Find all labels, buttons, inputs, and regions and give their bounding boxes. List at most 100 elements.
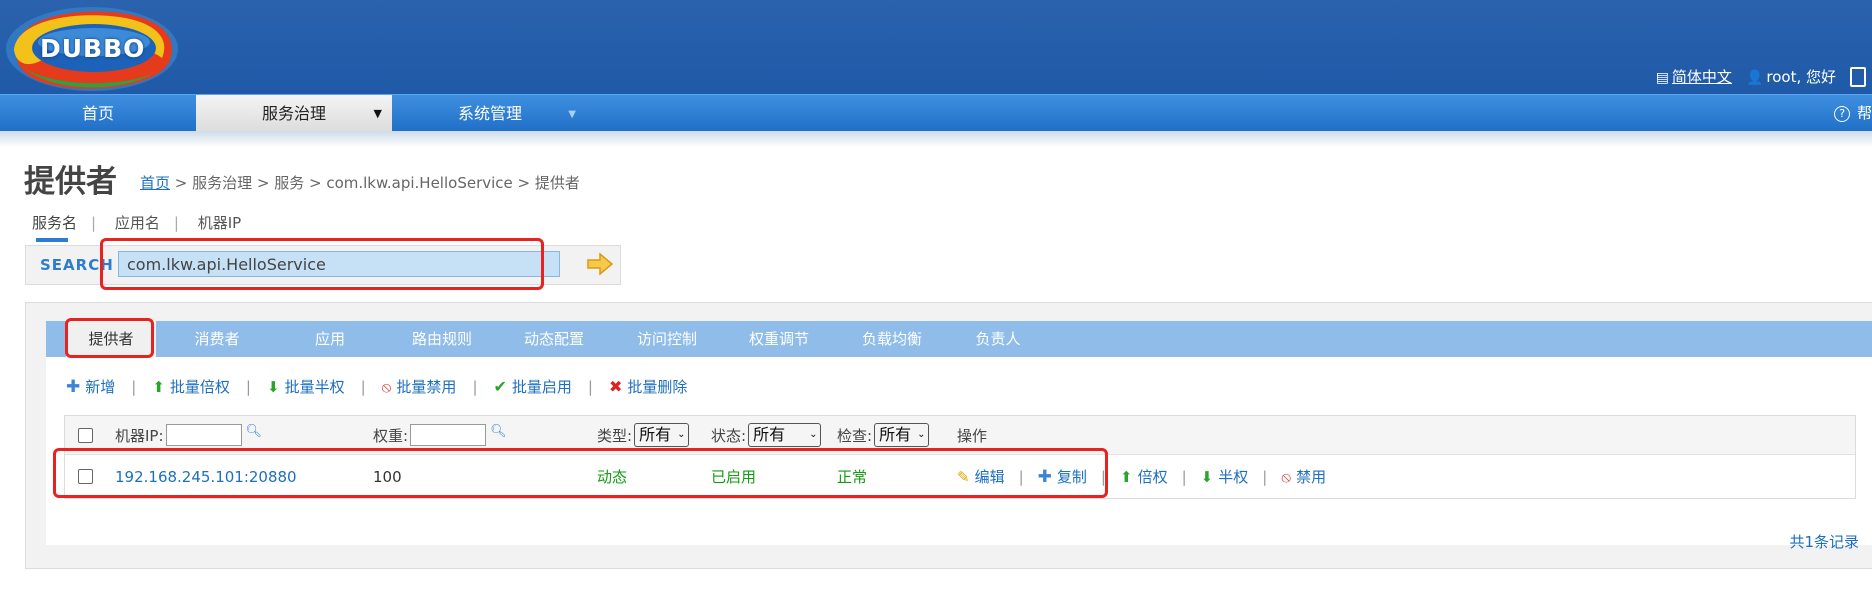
search-go-arrow-icon[interactable] (586, 252, 614, 276)
ip-header-label: 机器IP: (115, 426, 164, 445)
row-actions: ✎ 编辑 | ✚ 复制 | ⬆ 倍权 | ⬇ 半权 | ⦸ 禁用 (957, 455, 1326, 498)
record-count: 共1条记录 (1789, 533, 1859, 551)
ip-filter-input[interactable] (165, 424, 242, 446)
provider-weight: 100 (373, 467, 402, 486)
content-inner: 提供者 消费者 应用 路由规则 动态配置 访问控制 权重调节 负载均衡 负责人 … (46, 321, 1872, 551)
search-tab-ip[interactable]: 机器IP (198, 214, 241, 232)
provider-type: 动态 (597, 468, 628, 486)
tab-providers[interactable]: 提供者 (66, 321, 156, 357)
divider: | (1181, 467, 1187, 486)
dubbo-logo[interactable]: DUBBO (2, 2, 182, 92)
page-title: 提供者 (24, 164, 117, 199)
search-icon[interactable]: 🔍︎ (246, 424, 263, 439)
status-filter-select[interactable]: 所有 ⌄ (748, 423, 822, 447)
disable-button[interactable]: ⦸ 禁用 (1281, 466, 1326, 487)
providers-table: 机器IP: 🔍︎ 权重: 🔍︎ 类型: 所有 ⌄ 状态: 所有 ⌄ 检查: 所有… (64, 415, 1856, 499)
nav-shadow-band (0, 131, 1872, 147)
provider-status: 已启用 (711, 468, 757, 486)
help-label-fragment: 帮 (1856, 104, 1872, 122)
edit-label: 编辑 (974, 468, 1005, 486)
add-label: 新增 (85, 378, 116, 396)
select-all-checkbox[interactable] (78, 427, 93, 443)
search-icon[interactable]: 🔍︎ (490, 424, 507, 439)
copy-button[interactable]: ✚ 复制 (1038, 466, 1087, 487)
search-bar: SEARCH (25, 245, 621, 285)
type-header-label: 类型: (597, 426, 633, 445)
divider: | (472, 377, 478, 396)
double-weight-button[interactable]: ⬆ 倍权 (1120, 466, 1168, 487)
resource-tabbar: 提供者 消费者 应用 路由规则 动态配置 访问控制 权重调节 负载均衡 负责人 (46, 321, 1872, 357)
tab-applications[interactable]: 应用 (274, 321, 386, 357)
search-label: SEARCH (40, 256, 114, 274)
plus-icon: ✚ (66, 376, 81, 397)
app-header: DUBBO ▤ 简体中文 👤 root, 您好 (0, 0, 1872, 94)
nav-system-label: 系统管理 (457, 104, 522, 123)
check-header-label: 检查: (837, 426, 873, 445)
ban-icon: ⦸ (1281, 467, 1292, 486)
search-type-tabs: 服务名 | 应用名 | 机器IP (32, 212, 249, 233)
divider: | (173, 214, 179, 232)
help-link[interactable]: ? 帮 (1834, 95, 1872, 132)
user-icon: 👤 (1745, 70, 1764, 86)
tab-owners[interactable]: 负责人 (948, 321, 1048, 357)
nav-service-governance[interactable]: 服务治理 ▼ (196, 95, 392, 132)
status-filter-value: 所有 (753, 425, 786, 444)
batch-enable-button[interactable]: ✔ 批量启用 (494, 376, 572, 397)
nav-service-label: 服务治理 (261, 104, 326, 123)
edit-button[interactable]: ✎ 编辑 (957, 466, 1005, 487)
user-bar: ▤ 简体中文 👤 root, 您好 (1656, 66, 1866, 87)
tab-dynamic-config[interactable]: 动态配置 (498, 321, 610, 357)
batch-disable-button[interactable]: ⦸ 批量禁用 (382, 376, 457, 397)
divider: | (1018, 467, 1024, 486)
dropdown-arrow-icon: ▼ (568, 109, 576, 120)
language-link[interactable]: 简体中文 (1672, 68, 1732, 86)
search-tab-service[interactable]: 服务名 (32, 214, 77, 232)
breadcrumb-home-link[interactable]: 首页 (140, 174, 170, 192)
nav-home[interactable]: 首页 (0, 95, 196, 132)
breadcrumb-path: > 服务治理 > 服务 > com.lkw.api.HelloService >… (170, 174, 580, 192)
search-input[interactable] (118, 251, 560, 277)
batch-disable-label: 批量禁用 (396, 378, 457, 396)
batch-double-weight-button[interactable]: ⬆ 批量倍权 (152, 376, 230, 397)
divider: | (360, 377, 366, 396)
row-select-cell (78, 455, 93, 498)
batch-toolbar: ✚ 新增 | ⬆ 批量倍权 | ⬇ 批量半权 | ⦸ 批量禁用 | ✔ 批量启用 | ✖ 批… (66, 376, 687, 397)
check-icon: ✔ (493, 377, 507, 396)
help-icon: ? (1834, 105, 1851, 122)
tab-weights[interactable]: 权重调节 (723, 321, 835, 357)
tab-consumers[interactable]: 消费者 (161, 321, 273, 357)
user-greeting: root, 您好 (1766, 68, 1836, 86)
provider-address-link[interactable]: 192.168.245.101:20880 (115, 455, 297, 498)
delete-x-icon: ✖ (608, 377, 623, 396)
row-checkbox[interactable] (78, 469, 93, 484)
pencil-icon: ✎ (957, 467, 970, 486)
search-tab-application[interactable]: 应用名 (115, 214, 160, 232)
user-greeting-wrap: 👤 root, 您好 (1746, 66, 1836, 87)
arrow-up-icon: ⬆ (1119, 467, 1133, 486)
logout-icon[interactable] (1850, 66, 1866, 87)
breadcrumb: 首页 > 服务治理 > 服务 > com.lkw.api.HelloServic… (140, 172, 580, 193)
batch-half-weight-button[interactable]: ⬇ 批量半权 (267, 376, 345, 397)
weight-filter-input[interactable] (410, 424, 487, 446)
tab-routes[interactable]: 路由规则 (386, 321, 498, 357)
dropdown-arrow-icon: ▼ (373, 107, 382, 120)
copy-label: 复制 (1056, 468, 1087, 486)
batch-enable-label: 批量启用 (511, 378, 572, 396)
language-switch[interactable]: ▤ 简体中文 (1656, 66, 1732, 87)
chevron-down-icon: ⌄ (677, 429, 686, 440)
chevron-down-icon: ⌄ (917, 429, 926, 440)
type-filter-cell: 类型: 所有 ⌄ (597, 416, 690, 454)
half-weight-button[interactable]: ⬇ 半权 (1201, 466, 1249, 487)
select-all-cell (78, 416, 93, 454)
plus-icon: ✚ (1037, 466, 1052, 487)
arrow-down-icon: ⬇ (1200, 467, 1214, 486)
check-filter-select[interactable]: 所有 ⌄ (874, 423, 930, 447)
divider: | (1100, 467, 1106, 486)
type-filter-select[interactable]: 所有 ⌄ (634, 423, 690, 447)
tab-access-control[interactable]: 访问控制 (611, 321, 723, 357)
batch-delete-button[interactable]: ✖ 批量删除 (609, 376, 687, 397)
nav-system-management[interactable]: 系统管理 ▼ (392, 95, 588, 132)
add-button[interactable]: ✚ 新增 (66, 376, 115, 397)
weight-filter-cell: 权重: 🔍︎ (373, 416, 507, 454)
tab-load-balance[interactable]: 负载均衡 (836, 321, 948, 357)
